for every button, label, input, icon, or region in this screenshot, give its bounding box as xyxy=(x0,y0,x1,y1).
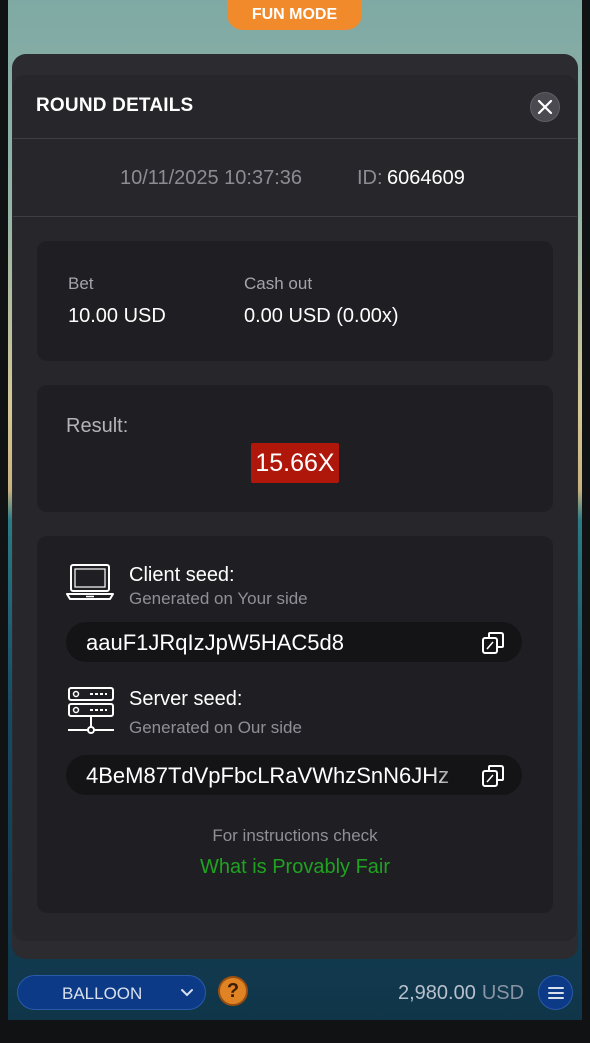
client-seed-field[interactable]: aauF1JRqIzJpW5HAC5d8 xyxy=(66,622,522,662)
client-seed-subtitle: Generated on Your side xyxy=(129,589,308,608)
bottom-bar: BALLOON ? 2,980.00 USD xyxy=(8,966,582,1020)
modal-title: ROUND DETAILS xyxy=(36,95,194,116)
balance: 2,980.00 USD xyxy=(398,982,524,1005)
help-icon: ? xyxy=(226,979,240,1002)
fun-mode-badge: FUN MODE xyxy=(227,0,362,30)
server-seed-subtitle: Generated on Our side xyxy=(129,718,302,737)
hamburger-menu-icon xyxy=(547,986,564,999)
result-multiplier: 15.66X xyxy=(251,443,339,483)
result-label: Result: xyxy=(66,415,129,437)
cashout-label: Cash out xyxy=(244,274,313,293)
cashout-value: 0.00 USD (0.00x) xyxy=(244,305,399,327)
client-seed-title: Client seed: xyxy=(129,564,235,586)
copy-server-seed-icon[interactable] xyxy=(480,763,506,789)
balance-currency: USD xyxy=(481,982,525,1004)
game-selector-label: BALLOON xyxy=(62,984,143,1003)
server-seed-field[interactable]: 4BeM87TdVpFbcLRaVWhzSnN6JHz xyxy=(66,755,522,795)
seeds-card: Client seed: Generated on Your side aauF… xyxy=(37,536,553,913)
round-id-label: ID: xyxy=(357,167,383,189)
close-icon xyxy=(537,99,553,115)
game-selector[interactable]: BALLOON xyxy=(17,975,206,1010)
round-details-modal: ROUND DETAILS 10/11/2025 10:37:36 ID: 60… xyxy=(13,75,577,941)
server-icon xyxy=(68,687,114,734)
close-button[interactable] xyxy=(530,92,560,122)
server-seed-value[interactable]: 4BeM87TdVpFbcLRaVWhzSnN6JHz xyxy=(86,763,476,789)
bet-card: Bet 10.00 USD Cash out 0.00 USD (0.00x) xyxy=(37,241,553,361)
balance-amount: 2,980.00 xyxy=(398,982,476,1004)
laptop-icon xyxy=(66,564,114,600)
bet-label: Bet xyxy=(68,274,94,293)
modal-header: ROUND DETAILS xyxy=(13,75,577,139)
bet-value: 10.00 USD xyxy=(68,305,166,327)
chevron-down-icon xyxy=(181,989,193,997)
server-seed-title: Server seed: xyxy=(129,688,243,710)
menu-button[interactable] xyxy=(538,975,573,1010)
round-meta: 10/11/2025 10:37:36 ID: 6064609 xyxy=(13,139,577,217)
round-id-value: 6064609 xyxy=(387,167,465,189)
help-button[interactable]: ? xyxy=(218,976,248,1006)
round-date: 10/11/2025 10:37:36 xyxy=(120,167,303,189)
provably-fair-link[interactable]: What is Provably Fair xyxy=(37,856,553,879)
copy-client-seed-icon[interactable] xyxy=(480,630,506,656)
client-seed-value[interactable]: aauF1JRqIzJpW5HAC5d8 xyxy=(86,630,476,656)
instructions-text: For instructions check xyxy=(212,826,378,845)
result-card: Result: 15.66X xyxy=(37,385,553,512)
